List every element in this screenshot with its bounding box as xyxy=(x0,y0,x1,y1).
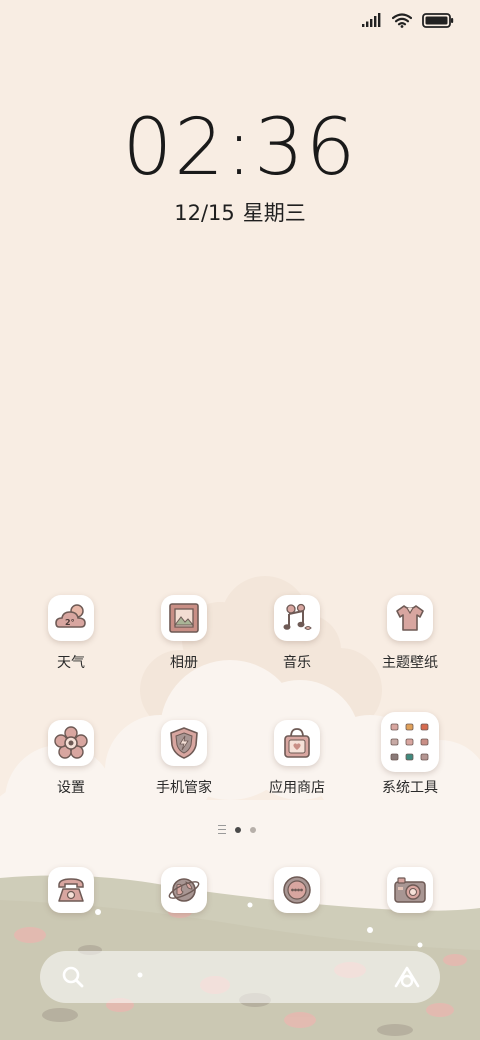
status-bar xyxy=(362,10,454,30)
date-display[interactable]: 12/15 星期三 xyxy=(0,198,480,228)
search-bar[interactable] xyxy=(40,951,440,1003)
camera-tile xyxy=(387,867,433,913)
search-icon[interactable] xyxy=(60,964,86,990)
phone-icon xyxy=(58,878,84,902)
browser-tile xyxy=(161,867,207,913)
settings-tile xyxy=(48,720,94,766)
home-screen: 02:36 12/15 星期三 2° 天气 相册 音乐 主题壁纸 设置 手机管家… xyxy=(0,0,480,1040)
clock-time[interactable]: 02:36 xyxy=(0,100,480,196)
weekday-text: 星期三 xyxy=(242,201,306,225)
app-store-tile xyxy=(274,720,320,766)
camera-icon xyxy=(394,877,426,903)
page-dot xyxy=(250,826,256,833)
weather-cloud-icon: 2° xyxy=(55,604,86,628)
signal-bars-icon xyxy=(362,13,381,27)
app-label: 手机管家 xyxy=(156,780,212,796)
app-settings[interactable]: 设置 xyxy=(21,720,121,797)
weather-temp-text: 2° xyxy=(65,618,75,627)
music-note-icon xyxy=(283,603,312,630)
app-label: 系统工具 xyxy=(382,780,438,796)
assistant-icon[interactable] xyxy=(393,964,421,990)
folder-grid-icon xyxy=(390,723,429,761)
app-label: 天气 xyxy=(57,655,85,671)
app-phone-manager[interactable]: 手机管家 xyxy=(134,720,234,797)
phone-tile xyxy=(48,867,94,913)
shirt-icon xyxy=(396,605,424,631)
page-indicator[interactable] xyxy=(218,825,256,834)
app-themes[interactable]: 主题壁纸 xyxy=(360,595,460,672)
gallery-tile xyxy=(161,595,207,641)
app-label: 音乐 xyxy=(283,655,311,671)
browser-globe-icon xyxy=(168,878,200,902)
photo-frame-icon xyxy=(169,603,199,633)
music-tile xyxy=(274,595,320,641)
system-tools-folder xyxy=(381,712,439,772)
app-label: 设置 xyxy=(57,780,85,796)
app-store[interactable]: 应用商店 xyxy=(247,720,347,797)
app-label: 主题壁纸 xyxy=(382,655,438,671)
date-text: 12/15 xyxy=(174,201,235,225)
app-weather[interactable]: 2° 天气 xyxy=(21,595,121,672)
messages-icon xyxy=(283,876,311,904)
phone-manager-tile xyxy=(161,720,207,766)
app-label: 相册 xyxy=(170,655,198,671)
app-gallery[interactable]: 相册 xyxy=(134,595,234,672)
dock-messages[interactable] xyxy=(247,867,347,913)
app-label: 应用商店 xyxy=(269,780,325,796)
dock-browser[interactable] xyxy=(134,867,234,913)
gear-flower-icon xyxy=(54,726,88,759)
battery-full-icon xyxy=(422,12,454,28)
messages-tile xyxy=(274,867,320,913)
shopping-bag-icon xyxy=(284,728,310,758)
page-list-icon xyxy=(218,825,226,834)
shield-bolt-icon xyxy=(170,727,198,759)
app-system-tools[interactable]: 系统工具 xyxy=(360,712,460,797)
dock-camera[interactable] xyxy=(360,867,460,913)
app-music[interactable]: 音乐 xyxy=(247,595,347,672)
themes-tile xyxy=(387,595,433,641)
weather-tile: 2° xyxy=(48,595,94,641)
dock-phone[interactable] xyxy=(21,867,121,913)
wifi-icon xyxy=(392,12,412,28)
page-dot-active xyxy=(235,826,241,833)
